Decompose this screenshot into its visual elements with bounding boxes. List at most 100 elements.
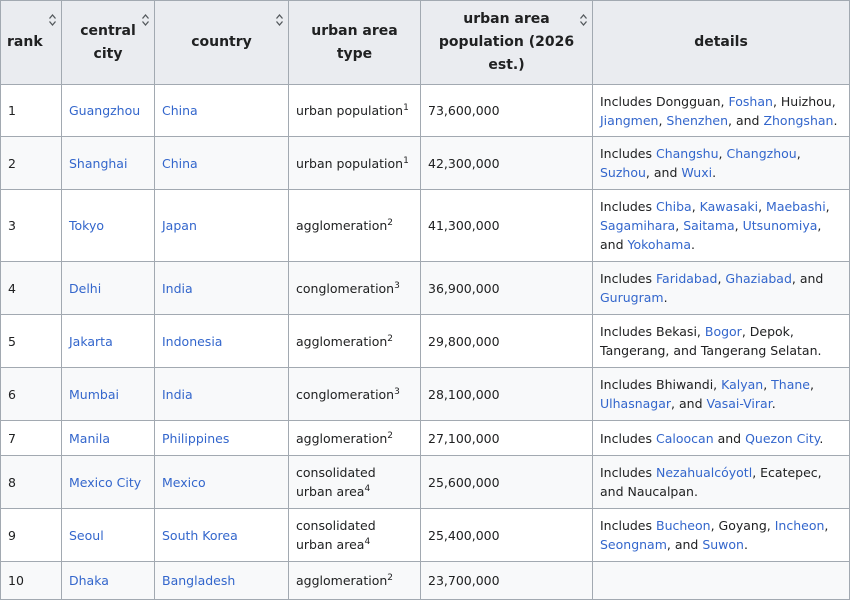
details-text: Includes	[600, 430, 656, 446]
city-link[interactable]: Guangzhou	[69, 103, 140, 118]
country-link[interactable]: Indonesia	[162, 334, 222, 349]
country-link[interactable]: Philippines	[162, 431, 229, 446]
country-link[interactable]: India	[162, 281, 193, 296]
details-link[interactable]: Ghaziabad	[725, 271, 792, 286]
country-link[interactable]: Mexico	[162, 475, 206, 490]
country-link[interactable]: South Korea	[162, 528, 238, 543]
details-text: , and	[671, 396, 707, 411]
type-cell: agglomeration2	[288, 314, 421, 368]
details-link[interactable]: Zhongshan	[763, 113, 833, 128]
details-link[interactable]: Wuxi	[681, 165, 712, 180]
table-row: 2 Shanghai China urban population1 42,30…	[0, 136, 850, 190]
city-link[interactable]: Dhaka	[69, 573, 109, 588]
header-label: urban area population (2026 est.)	[438, 11, 575, 73]
header-country[interactable]: country	[154, 0, 289, 85]
city-link[interactable]: Tokyo	[69, 218, 104, 233]
rank-value: 7	[8, 430, 16, 446]
population-value: 29,800,000	[428, 333, 500, 349]
details-link[interactable]: Faridabad	[656, 271, 717, 286]
details-link[interactable]: Yokohama	[628, 237, 691, 252]
details-text: , and	[666, 537, 703, 552]
details-link[interactable]: Seongnam	[600, 537, 667, 552]
header-central-city[interactable]: central city	[61, 0, 155, 85]
details-text: Includes	[600, 199, 656, 214]
rank-cell: 8	[0, 455, 62, 509]
footnote-marker: 2	[387, 573, 393, 583]
country-link[interactable]: Japan	[162, 218, 197, 233]
table-row: 7 Manila Philippines agglomeration2 27,1…	[0, 420, 850, 456]
details-link[interactable]: Chiba	[656, 199, 692, 214]
country-link[interactable]: China	[162, 156, 198, 171]
details-text: , and	[645, 165, 682, 180]
details-link[interactable]: Bucheon	[656, 518, 711, 533]
country-cell: India	[154, 261, 289, 315]
details-link[interactable]: Thane	[771, 377, 810, 392]
country-link[interactable]: China	[162, 103, 198, 118]
country-link[interactable]: India	[162, 387, 193, 402]
city-cell: Tokyo	[61, 189, 155, 262]
details-link[interactable]: Gurugram	[600, 290, 664, 305]
details-text: , Huizhou,	[772, 93, 836, 109]
sort-icon[interactable]	[276, 14, 283, 26]
details-text: , and	[728, 112, 764, 128]
city-link[interactable]: Shanghai	[69, 156, 127, 171]
type-value: conglomeration	[296, 386, 395, 402]
country-cell: China	[154, 84, 289, 137]
city-cell: Jakarta	[61, 314, 155, 368]
header-population[interactable]: urban area population (2026 est.)	[420, 0, 593, 85]
details-link[interactable]: Changzhou	[726, 146, 796, 161]
details-text: .	[819, 430, 824, 446]
type-cell: agglomeration2	[288, 189, 421, 262]
country-cell: China	[154, 136, 289, 190]
details-link[interactable]: Suzhou	[600, 165, 646, 180]
details-link[interactable]: Kalyan	[721, 377, 763, 392]
sort-icon[interactable]	[142, 14, 149, 26]
details-link[interactable]: Ulhasnagar	[600, 396, 671, 411]
urban-areas-table: rank central city country urban area typ…	[0, 0, 850, 600]
type-value: agglomeration	[296, 333, 388, 349]
city-link[interactable]: Delhi	[69, 281, 101, 296]
details-link[interactable]: Bogor	[705, 324, 742, 339]
details-text: .	[663, 290, 668, 305]
details-link[interactable]: Foshan	[729, 94, 773, 109]
details-link[interactable]: Caloocan	[656, 431, 714, 446]
country-cell: Japan	[154, 189, 289, 262]
details-link[interactable]: Shenzhen	[666, 113, 728, 128]
city-link[interactable]: Manila	[69, 431, 110, 446]
table-row: 6 Mumbai India conglomeration3 28,100,00…	[0, 367, 850, 421]
details-link[interactable]: Incheon	[775, 518, 825, 533]
details-link[interactable]: Utsunomiya	[743, 218, 818, 233]
details-link[interactable]: Kawasaki	[700, 199, 758, 214]
city-link[interactable]: Seoul	[69, 528, 104, 543]
city-link[interactable]: Mumbai	[69, 387, 119, 402]
population-value: 42,300,000	[428, 155, 500, 171]
details-link[interactable]: Quezon City	[745, 431, 819, 446]
city-link[interactable]: Mexico City	[69, 475, 141, 490]
table-row: 4 Delhi India conglomeration3 36,900,000…	[0, 261, 850, 315]
details-link[interactable]: Changshu	[656, 146, 719, 161]
rank-value: 4	[8, 280, 16, 296]
details-link[interactable]: Nezahualcóyotl	[656, 465, 752, 480]
details-link[interactable]: Vasai-Virar	[706, 396, 771, 411]
country-link[interactable]: Bangladesh	[162, 573, 235, 588]
footnote-marker: 2	[387, 218, 393, 228]
type-cell: conglomeration3	[288, 261, 421, 315]
footnote-marker: 2	[387, 333, 393, 344]
details-link[interactable]: Jiangmen	[600, 113, 658, 128]
population-cell: 25,400,000	[420, 508, 593, 562]
population-cell: 42,300,000	[420, 136, 593, 190]
details-link[interactable]: Saitama	[683, 218, 734, 233]
header-label: urban area type	[311, 22, 398, 62]
details-text: Includes Dongguan,	[600, 93, 729, 109]
rank-value: 8	[8, 474, 16, 490]
type-cell: consolidated urban area4	[288, 455, 421, 509]
sort-icon[interactable]	[580, 14, 587, 26]
details-link[interactable]: Suwon	[702, 537, 744, 552]
details-link[interactable]: Sagamihara	[600, 218, 675, 233]
header-rank[interactable]: rank	[0, 0, 62, 85]
city-link[interactable]: Jakarta	[69, 334, 113, 349]
population-cell: 23,700,000	[420, 561, 593, 600]
details-link[interactable]: Maebashi	[766, 199, 826, 214]
type-value: urban population	[296, 155, 404, 171]
sort-icon[interactable]	[49, 14, 56, 26]
